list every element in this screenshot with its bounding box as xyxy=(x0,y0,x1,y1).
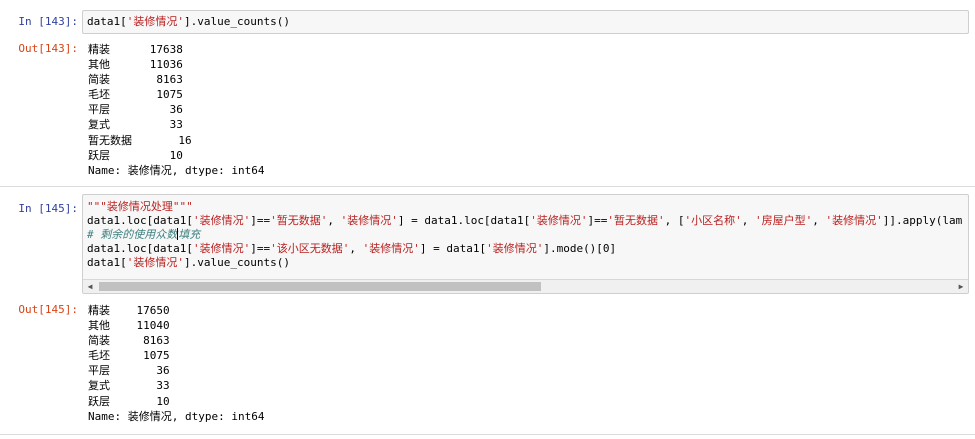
code-token: ].value_counts() xyxy=(184,256,290,269)
output-line: 毛坯 1075 xyxy=(88,349,170,363)
code-comment: # 剩余的使用众数 xyxy=(87,228,178,241)
code-string: '该小区无数据' xyxy=(270,242,350,255)
code-comment: 填充 xyxy=(178,228,201,241)
code-string: '小区名称' xyxy=(684,214,742,227)
cell-divider xyxy=(0,434,975,435)
horizontal-scrollbar[interactable]: ◀ ▶ xyxy=(83,279,968,293)
code-string: '装修情况' xyxy=(530,214,588,227)
code-token: ]== xyxy=(587,214,608,227)
code-line: data1.loc[data1['装修情况']=='该小区无数据', '装修情况… xyxy=(83,242,968,256)
out-prompt-145: Out[145]: xyxy=(18,303,78,316)
output-line: 平层 36 xyxy=(88,103,183,117)
code-string: '装修情况' xyxy=(126,15,184,28)
code-line: data1.loc[data1['装修情况']=='暂无数据', '装修情况']… xyxy=(83,214,968,228)
code-token: data1.loc[data1[ xyxy=(87,242,193,255)
output-line: 精装 17638 xyxy=(88,43,183,56)
output-143: 精装 17638 其他 11036 简装 8163 毛坯 1075 平层 36 复式 33… xyxy=(88,42,264,178)
code-token: , xyxy=(812,214,826,227)
in-prompt-145: In [145]: xyxy=(18,202,78,215)
scrollbar-thumb[interactable] xyxy=(99,282,541,291)
code-string: '暂无数据' xyxy=(270,214,328,227)
output-line: 复式 33 xyxy=(88,118,183,132)
docstring: """装修情况处理""" xyxy=(87,200,193,213)
code-token: ].value_counts() xyxy=(184,15,290,28)
code-string: '装修情况' xyxy=(126,256,184,269)
code-string: '装修情况' xyxy=(486,242,544,255)
code-line: data1['装修情况'].value_counts() xyxy=(83,15,968,29)
out-prompt-143: Out[143]: xyxy=(18,42,78,55)
code-string: '暂无数据' xyxy=(607,214,665,227)
code-token: ] = data1[ xyxy=(419,242,487,255)
output-line: Name: 装修情况, dtype: int64 xyxy=(88,163,265,177)
output-line: 其他 11036 xyxy=(88,58,183,72)
code-cell-145[interactable]: """装修情况处理""" data1.loc[data1['装修情况']=='暂… xyxy=(82,194,969,294)
output-line: 复式 33 xyxy=(88,379,170,393)
code-token: ].mode()[0] xyxy=(543,242,617,255)
code-token: data1[ xyxy=(87,15,127,28)
code-token: , xyxy=(741,214,756,227)
code-string: '装修情况' xyxy=(340,214,398,227)
code-string: '装修情况' xyxy=(192,214,251,227)
output-line: 跃层 10 xyxy=(88,148,183,162)
code-token: data1[ xyxy=(87,256,127,269)
code-line: """装修情况处理""" xyxy=(83,200,968,214)
code-cell-143[interactable]: data1['装修情况'].value_counts() xyxy=(82,10,969,34)
code-string: '装修情况' xyxy=(362,242,420,255)
code-token: data1.loc[data1[ xyxy=(87,214,193,227)
output-line: 简装 8163 xyxy=(88,73,183,87)
code-token: , xyxy=(349,242,363,255)
in-prompt-143: In [143]: xyxy=(18,15,78,28)
output-line: 暂无数据 16 xyxy=(88,133,192,147)
code-line: # 剩余的使用众数填充 xyxy=(83,228,968,242)
output-line: 精装 17650 xyxy=(88,304,170,317)
code-token: ] = data1.loc[data1[ xyxy=(397,214,531,227)
output-line: Name: 装修情况, dtype: int64 xyxy=(88,409,265,423)
code-string: '装修情况' xyxy=(825,214,883,227)
cell-divider xyxy=(0,186,975,187)
code-string: '装修情况' xyxy=(192,242,251,255)
output-145: 精装 17650 其他 11040 简装 8163 毛坯 1075 平层 36 复式 33… xyxy=(88,303,264,424)
scroll-right-arrow-icon[interactable]: ▶ xyxy=(954,280,968,293)
output-line: 简装 8163 xyxy=(88,334,170,348)
output-line: 跃层 10 xyxy=(88,394,170,408)
output-line: 其他 11040 xyxy=(88,319,170,333)
code-string: '房屋户型' xyxy=(755,214,813,227)
code-token: ]== xyxy=(250,242,271,255)
code-token: , [ xyxy=(664,214,685,227)
scroll-left-arrow-icon[interactable]: ◀ xyxy=(83,280,97,293)
output-line: 平层 36 xyxy=(88,364,170,378)
code-token: ]== xyxy=(250,214,271,227)
code-token: ]].apply(lam xyxy=(882,214,963,227)
output-line: 毛坯 1075 xyxy=(88,88,183,102)
code-token: , xyxy=(327,214,341,227)
code-line: data1['装修情况'].value_counts() xyxy=(83,256,968,270)
